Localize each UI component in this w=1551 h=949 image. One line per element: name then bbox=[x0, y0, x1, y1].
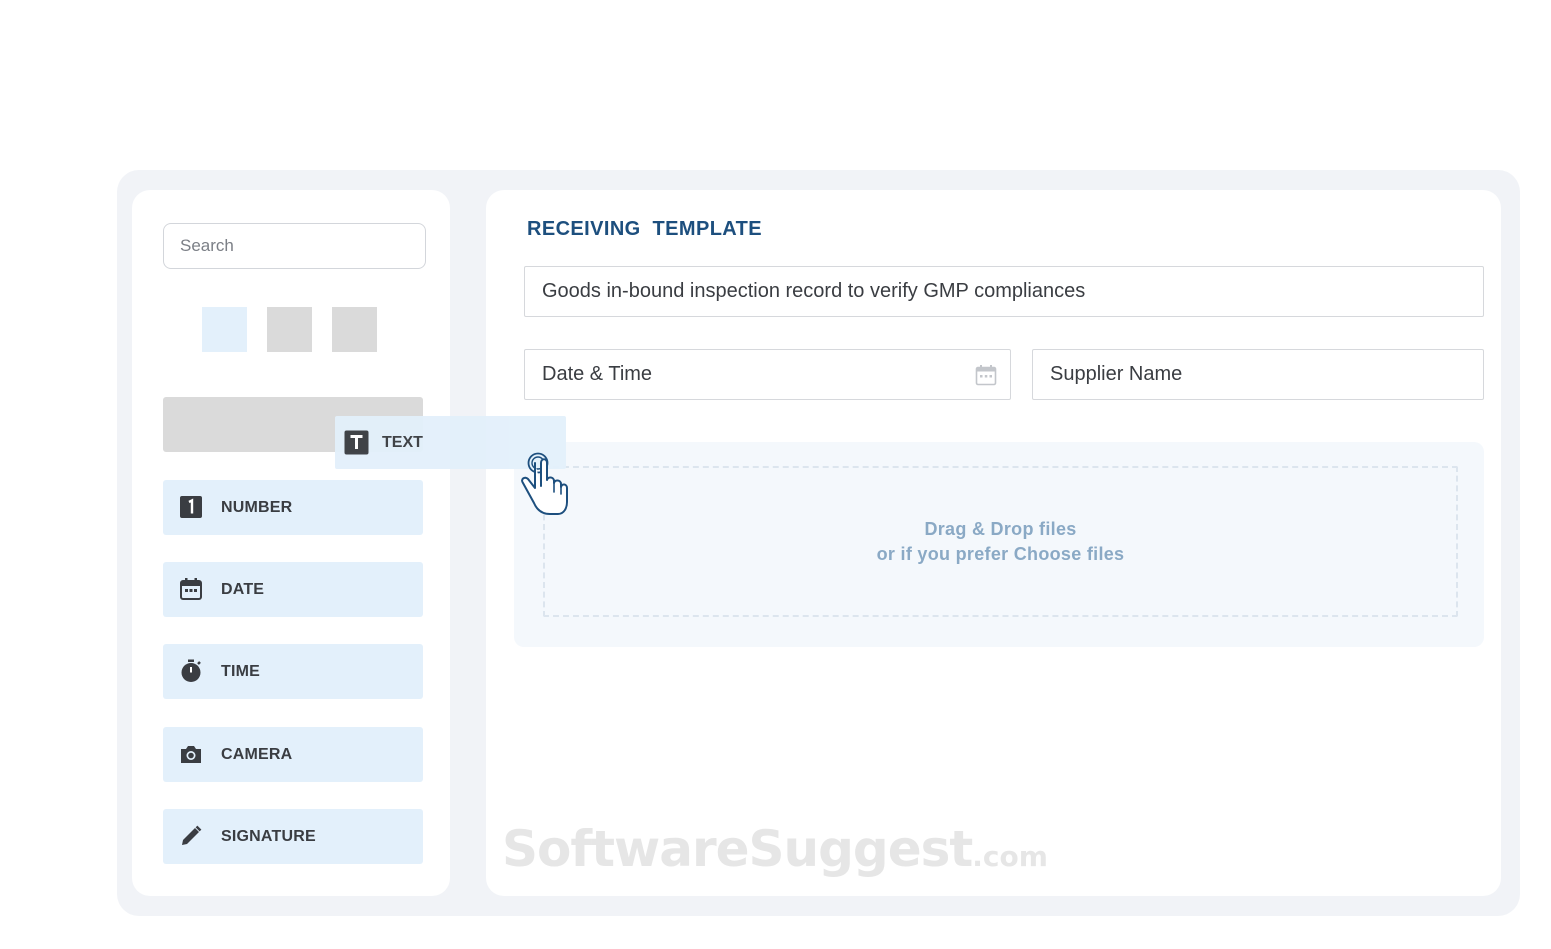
number-icon bbox=[179, 495, 203, 519]
field-time-label: TIME bbox=[221, 662, 261, 680]
template-title: RECEIVING TEMPLATE bbox=[527, 218, 763, 240]
field-camera-button[interactable]: CAMERA bbox=[163, 727, 423, 782]
date-time-field[interactable]: Date & Time bbox=[524, 349, 1011, 400]
field-number-label: NUMBER bbox=[221, 498, 293, 516]
view-toggle-2[interactable] bbox=[267, 307, 312, 352]
field-palette-panel bbox=[132, 190, 450, 896]
field-date-label: DATE bbox=[221, 580, 265, 598]
dropzone-line-1: Drag & Drop files bbox=[924, 518, 1077, 539]
stopwatch-icon bbox=[179, 659, 203, 683]
field-time-button[interactable]: TIME bbox=[163, 644, 423, 699]
watermark-main: SoftwareSuggest bbox=[502, 820, 973, 878]
field-signature-button[interactable]: SIGNATURE bbox=[163, 809, 423, 864]
dropzone-line-2[interactable]: or if you prefer Choose files bbox=[877, 542, 1125, 567]
pencil-icon bbox=[179, 824, 203, 848]
view-toggle-1[interactable] bbox=[202, 307, 247, 352]
text-field-icon bbox=[344, 430, 369, 455]
calendar-icon[interactable] bbox=[975, 364, 997, 386]
supplier-name-field[interactable]: Supplier Name bbox=[1032, 349, 1484, 400]
description-text: Goods in-bound inspection record to veri… bbox=[542, 280, 1086, 302]
camera-icon bbox=[179, 742, 203, 766]
calendar-icon bbox=[179, 577, 203, 601]
description-field[interactable]: Goods in-bound inspection record to veri… bbox=[524, 266, 1484, 317]
file-dropzone-area[interactable]: Drag & Drop files or if you prefer Choos… bbox=[543, 466, 1458, 617]
field-camera-label: CAMERA bbox=[221, 745, 293, 763]
watermark-suffix: .com bbox=[972, 840, 1048, 873]
field-number-button[interactable]: NUMBER bbox=[163, 480, 423, 535]
date-time-label: Date & Time bbox=[542, 363, 653, 385]
field-date-button[interactable]: DATE bbox=[163, 562, 423, 617]
view-toggle-3[interactable] bbox=[332, 307, 377, 352]
supplier-name-label: Supplier Name bbox=[1050, 363, 1183, 385]
dragging-text-label: TEXT bbox=[382, 434, 423, 451]
watermark: SoftwareSuggest.com bbox=[502, 820, 1048, 878]
field-signature-label: SIGNATURE bbox=[221, 827, 316, 845]
hand-cursor-icon bbox=[521, 452, 568, 515]
search-input[interactable] bbox=[163, 223, 426, 269]
